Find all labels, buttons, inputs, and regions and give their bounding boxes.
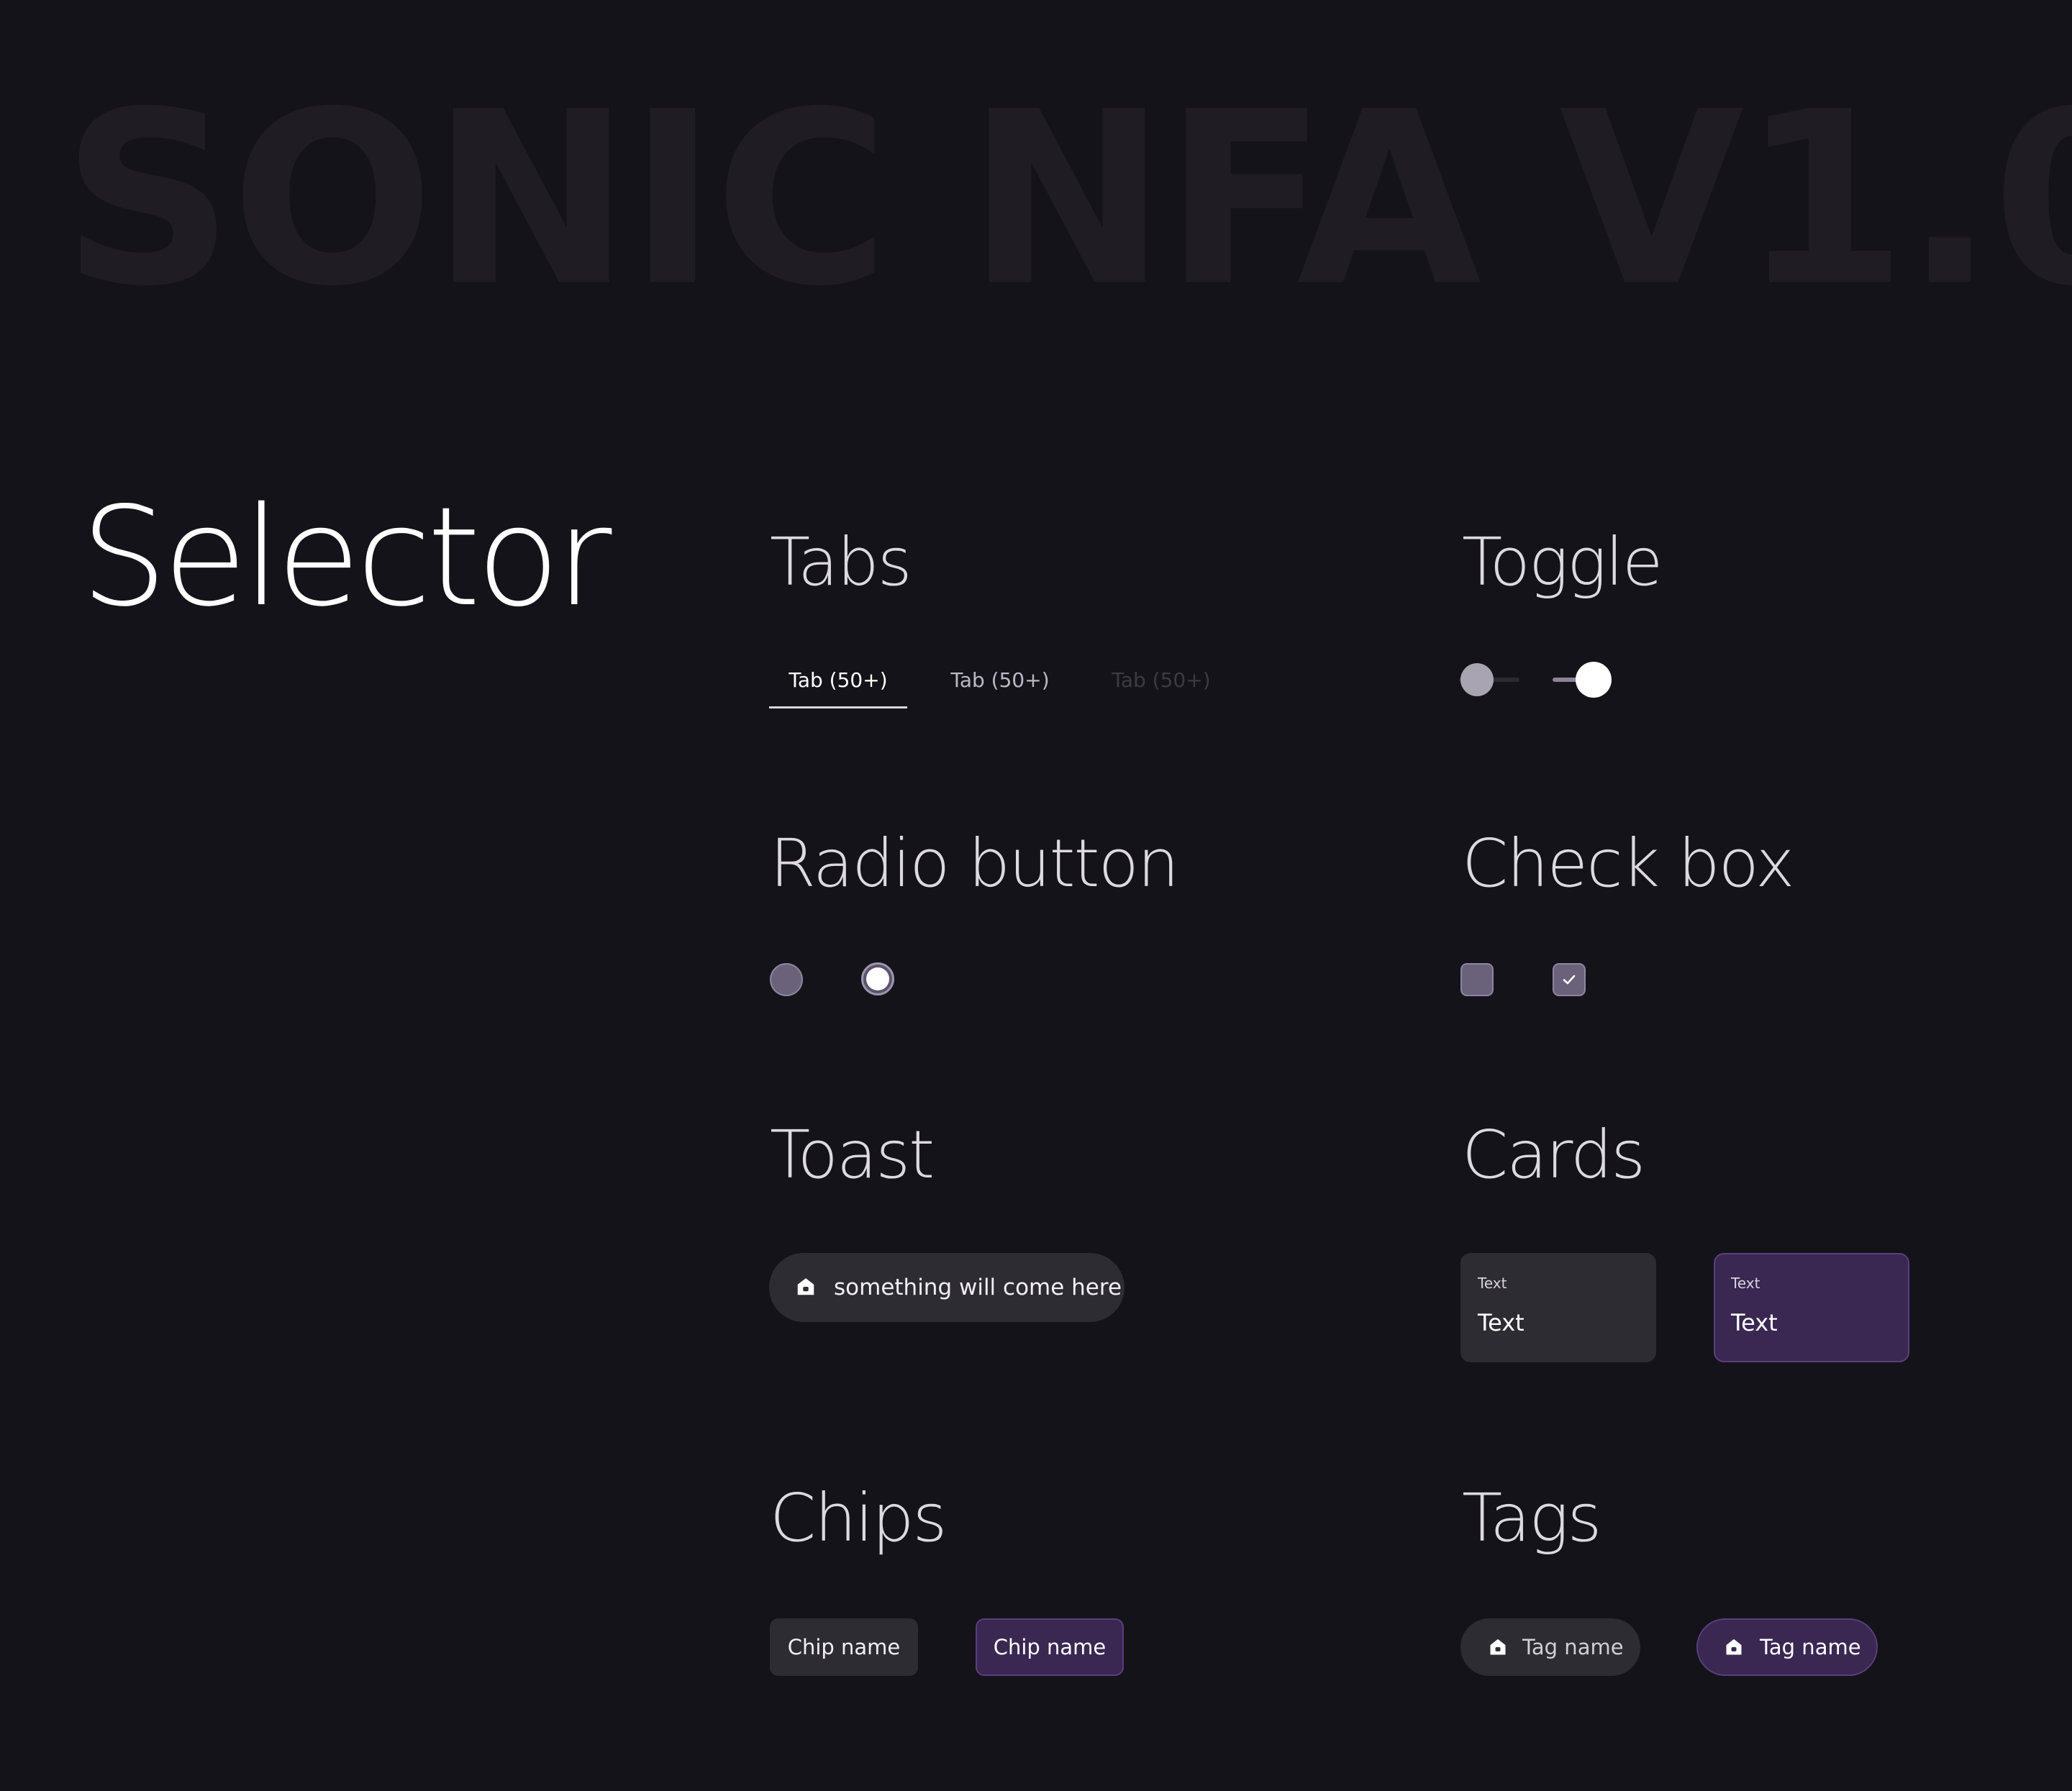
- chip-selected[interactable]: Chip name: [976, 1618, 1124, 1676]
- tag-label: Tag name: [1522, 1635, 1624, 1659]
- toast-message: something will come here: [834, 1275, 1122, 1300]
- chip-default[interactable]: Chip name: [770, 1618, 918, 1676]
- toggle-off-knob: [1460, 663, 1494, 696]
- card-label: Text: [1731, 1275, 1760, 1292]
- toggle-on-knob: [1576, 662, 1612, 698]
- tags-section-title: Tags: [1462, 1480, 1601, 1557]
- cards-section-title: Cards: [1462, 1116, 1645, 1193]
- tag-label: Tag name: [1760, 1635, 1861, 1659]
- page-title: Selector: [81, 478, 612, 637]
- card-default[interactable]: Text Text: [1460, 1253, 1656, 1362]
- checkbox-section-title: Check box: [1462, 825, 1795, 902]
- tabs-section-title: Tabs: [770, 524, 912, 601]
- tag-selected[interactable]: Tag name: [1696, 1618, 1878, 1676]
- card-value: Text: [1478, 1309, 1525, 1336]
- toggle-on[interactable]: [1553, 662, 1613, 698]
- card-value: Text: [1731, 1309, 1778, 1336]
- radio-selected-dot: [866, 967, 889, 990]
- checkbox-unchecked[interactable]: [1460, 963, 1494, 996]
- home-icon: [1490, 1639, 1506, 1655]
- tag-default[interactable]: Tag name: [1460, 1618, 1640, 1676]
- tab-active[interactable]: Tab (50+): [769, 662, 907, 708]
- chips-section-title: Chips: [770, 1480, 947, 1557]
- tab-default[interactable]: Tab (50+): [934, 662, 1066, 706]
- radio-selected[interactable]: [861, 962, 894, 995]
- card-selected[interactable]: Text Text: [1714, 1253, 1909, 1362]
- toggle-off[interactable]: [1459, 662, 1519, 698]
- toggle-section-title: Toggle: [1462, 524, 1663, 601]
- check-icon: [1563, 975, 1576, 985]
- toast[interactable]: something will come here: [769, 1253, 1124, 1322]
- radio-unselected[interactable]: [770, 963, 803, 996]
- home-icon: [1726, 1639, 1742, 1655]
- card-label: Text: [1478, 1275, 1507, 1292]
- radio-section-title: Radio button: [770, 825, 1179, 902]
- tab-disabled: Tab (50+): [1112, 668, 1211, 692]
- home-icon: [797, 1278, 814, 1295]
- banner-watermark: SONIC NFA V1.0: [62, 61, 2072, 339]
- checkbox-checked[interactable]: [1553, 963, 1586, 996]
- toast-section-title: Toast: [770, 1116, 935, 1193]
